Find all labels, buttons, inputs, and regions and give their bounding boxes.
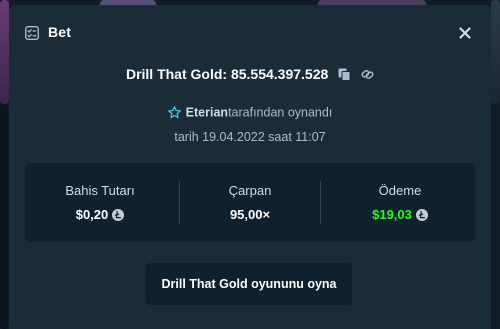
multiplier-value: 95,00× (229, 207, 271, 223)
modal-title: Bet (48, 24, 72, 40)
bet-amount-value-row: $0,20 (25, 206, 175, 222)
bet-stats-panel: Bahis Tutarı $0,20 Çarpan 95,00× Ödeme $… (25, 163, 475, 242)
player-name[interactable]: Eterian (186, 106, 228, 120)
litecoin-icon (112, 208, 125, 221)
litecoin-icon (415, 208, 428, 221)
stat-payout: Ödeme $19,03 (325, 163, 475, 242)
bet-amount-value: $0,20 (75, 207, 109, 223)
stat-divider (320, 181, 321, 224)
copy-icon[interactable] (338, 68, 351, 81)
payout-value-row: $19,03 (325, 206, 475, 222)
star-badge-icon (167, 106, 181, 119)
background-game-thumbnail (491, 0, 500, 104)
bet-date: tarih 19.04.2022 saat 11:07 (174, 130, 326, 144)
multiplier-value-row: 95,00× (175, 206, 325, 222)
bet-game-and-id: Drill That Gold: 85.554.397.528 (125, 66, 329, 83)
stat-multiplier: Çarpan 95,00× (175, 163, 325, 242)
bet-slip-icon (25, 26, 39, 40)
bet-game-id-line: Drill That Gold: 85.554.397.528 (9, 65, 491, 82)
multiplier-label: Çarpan (228, 183, 272, 198)
background-game-thumbnail (0, 0, 9, 104)
played-by-suffix: tarafından oynandı (228, 105, 333, 120)
bet-amount-label: Bahis Tutarı (65, 183, 135, 198)
background-sidebar-strip (0, 104, 9, 329)
payout-value: $19,03 (372, 207, 412, 223)
bet-details-modal: Bet Drill That Gold: 85.554.397.528 Eter… (9, 5, 491, 329)
close-icon[interactable] (458, 26, 472, 40)
modal-header: Bet (9, 5, 491, 57)
payout-label: Ödeme (378, 183, 422, 198)
stat-bet-amount: Bahis Tutarı $0,20 (25, 163, 175, 242)
played-by-line: Eteriantarafından oynandı (9, 105, 491, 120)
link-icon[interactable] (361, 68, 374, 81)
play-game-button[interactable]: Drill That Gold oyununu oyna (146, 263, 352, 305)
